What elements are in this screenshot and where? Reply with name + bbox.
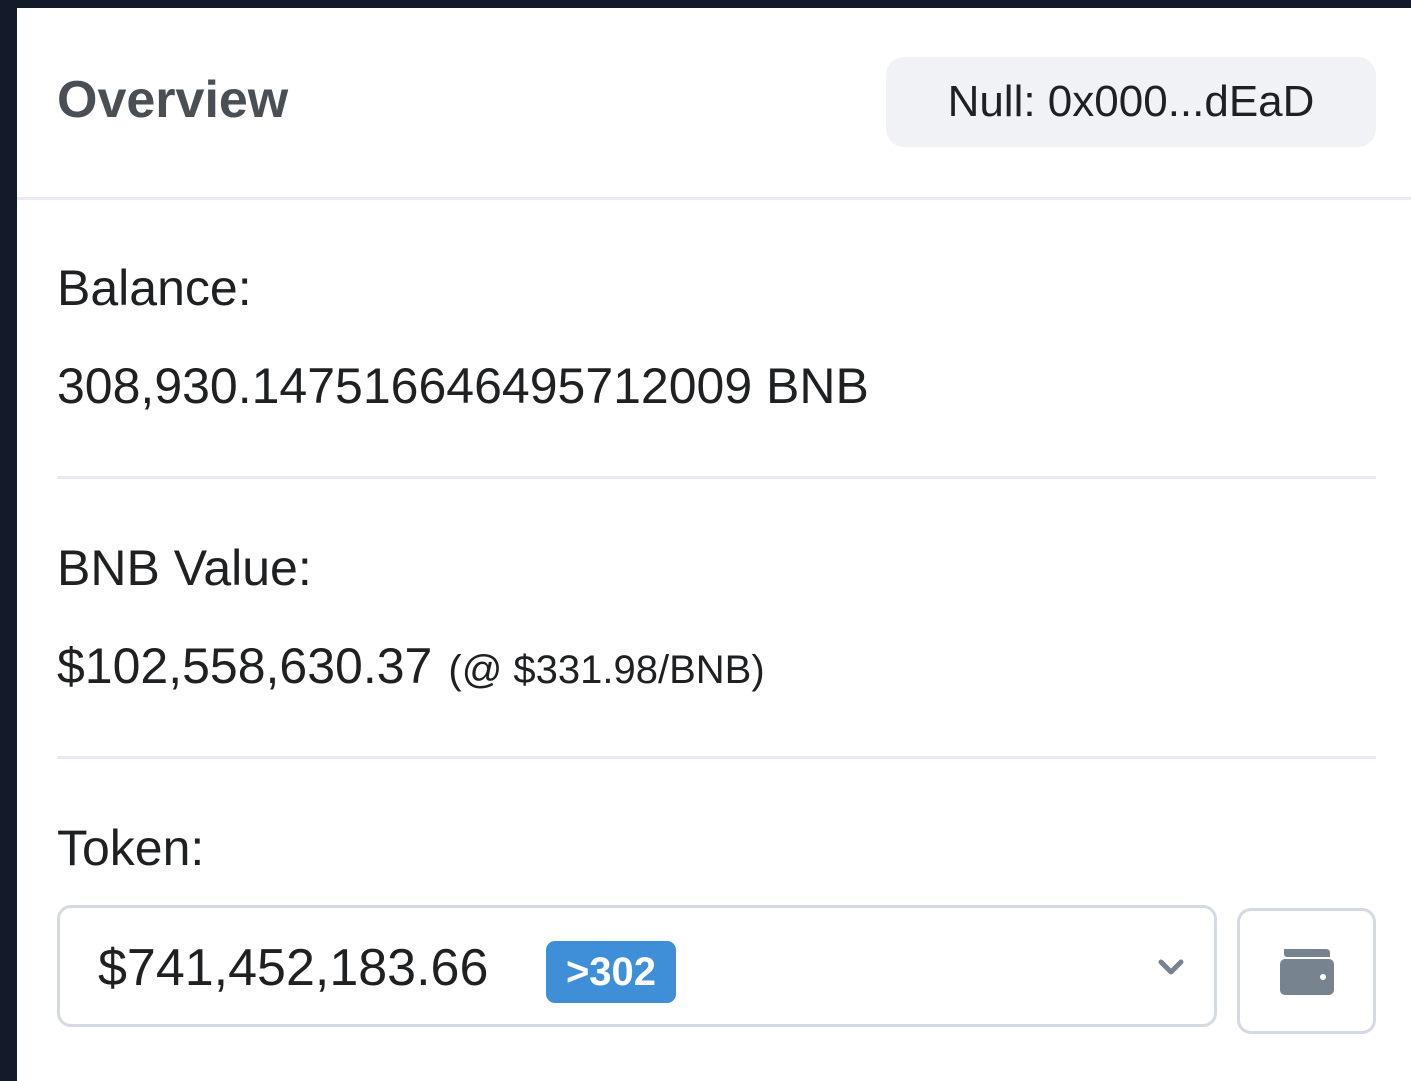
balance-value: 308,930.147516646495712009 BNB [57, 358, 869, 414]
token-holdings-dropdown[interactable]: $741,452,183.66 >302 [57, 905, 1217, 1027]
wallet-icon [1279, 949, 1334, 995]
token-value: $741,452,183.66 [98, 939, 489, 997]
token-label: Token: [57, 820, 205, 876]
wallet-button[interactable] [1237, 908, 1376, 1034]
bnb-price-rate: (@ $331.98/BNB) [448, 648, 765, 692]
chevron-down-icon [1158, 959, 1184, 975]
address-tag-button[interactable]: Null: 0x000...dEaD [886, 57, 1376, 147]
card-header: Overview Null: 0x000...dEaD [17, 8, 1411, 200]
bnb-value-label: BNB Value: [57, 540, 312, 596]
bnb-value-row: $102,558,630.37 (@ $331.98/BNB) [57, 636, 765, 700]
card-title: Overview [57, 71, 289, 129]
bnb-value-amount: $102,558,630.37 [57, 638, 433, 694]
divider [57, 756, 1376, 759]
balance-label: Balance: [57, 260, 252, 316]
divider [57, 476, 1376, 479]
overview-card: Overview Null: 0x000...dEaD Balance: 308… [17, 8, 1411, 1081]
token-count-badge: >302 [546, 941, 676, 1003]
